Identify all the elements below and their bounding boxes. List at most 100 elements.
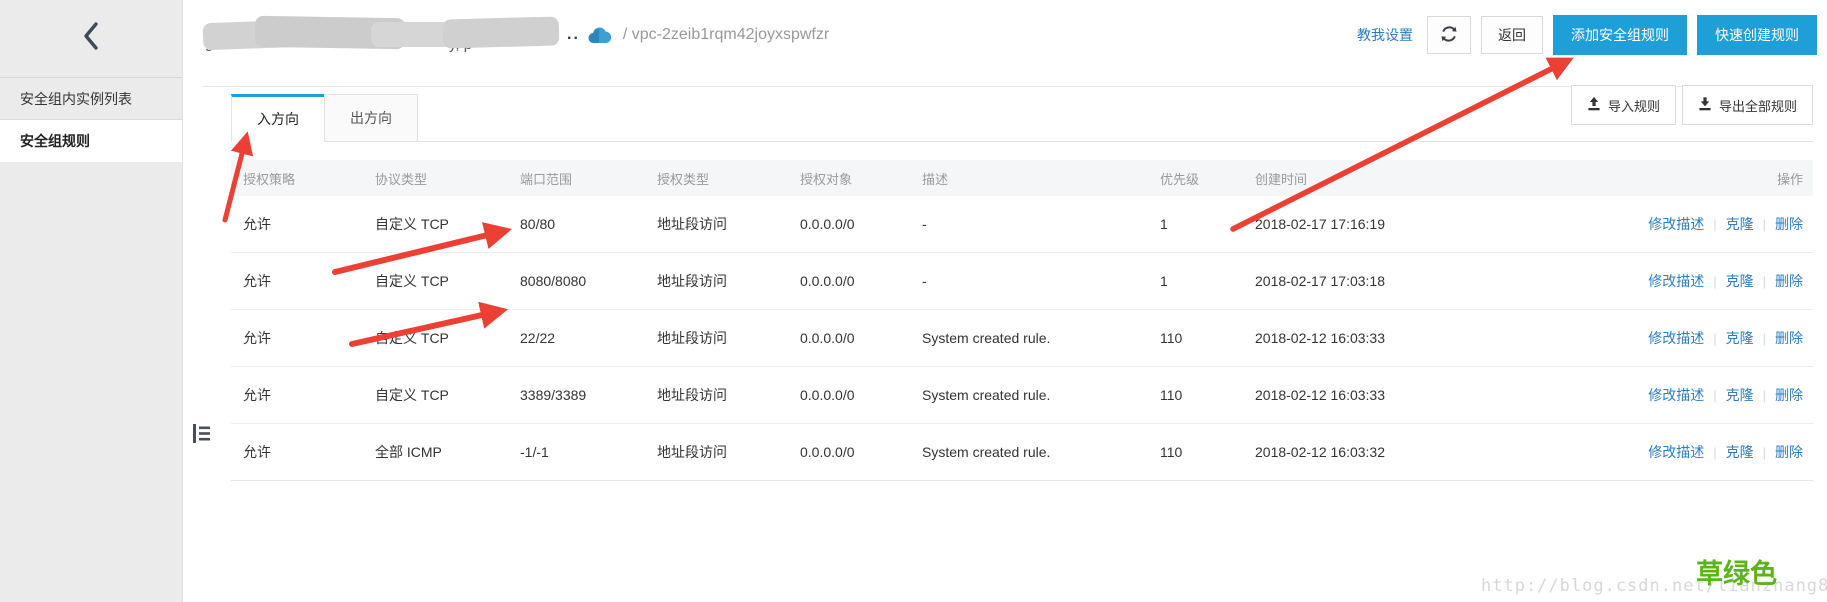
sidebar-back-button[interactable]	[0, 0, 182, 78]
export-all-rules-button[interactable]: 导出全部规则	[1681, 85, 1813, 125]
cell-protocol: 自定义 TCP	[375, 216, 449, 232]
back-button[interactable]: 返回	[1481, 16, 1543, 54]
col-header-description: 描述	[922, 171, 949, 187]
cell-description: System created rule.	[922, 444, 1051, 460]
sidebar-item-label: 安全组规则	[20, 133, 90, 149]
breadcrumb: / vpc-2zeib1rqm42joyxspwfzr	[622, 26, 830, 43]
sidebar-collapse-handle[interactable]	[190, 424, 212, 448]
cell-priority: 1	[1160, 216, 1168, 232]
cell-priority: 110	[1160, 387, 1183, 403]
delete-link[interactable]: 删除	[1775, 330, 1803, 346]
tab-outbound[interactable]: 出方向	[324, 94, 418, 142]
cell-description: System created rule.	[922, 387, 1051, 403]
refresh-icon	[1440, 25, 1458, 46]
cell-created: 2018-02-12 16:03:33	[1255, 330, 1385, 346]
cell-policy: 允许	[243, 330, 271, 346]
cell-port-range: 8080/8080	[520, 273, 587, 289]
cell-protocol: 自定义 TCP	[375, 330, 449, 346]
cell-actions: 修改描述 | 克隆 | 删除	[1648, 444, 1803, 460]
cell-auth-object: 0.0.0.0/0	[800, 273, 855, 289]
cell-port-range: 22/22	[520, 330, 556, 346]
cell-protocol: 自定义 TCP	[375, 387, 449, 403]
cell-description: -	[922, 216, 927, 232]
delete-link[interactable]: 删除	[1775, 387, 1803, 403]
modify-description-link[interactable]: 修改描述	[1648, 444, 1704, 460]
cell-port-range: -1/-1	[520, 444, 549, 460]
col-header-protocol: 协议类型	[375, 171, 428, 187]
cell-created: 2018-02-12 16:03:32	[1255, 444, 1385, 460]
watermark-label: 草绿色	[1696, 559, 1777, 589]
clone-link[interactable]: 克隆	[1726, 387, 1754, 403]
modify-description-link[interactable]: 修改描述	[1648, 273, 1704, 289]
upload-icon	[1587, 96, 1601, 114]
cell-created: 2018-02-12 16:03:33	[1255, 387, 1385, 403]
cell-created: 2018-02-17 17:03:18	[1255, 273, 1385, 289]
cell-auth-type: 地址段访问	[657, 216, 727, 232]
cell-auth-object: 0.0.0.0/0	[800, 387, 855, 403]
quick-create-rule-button[interactable]: 快速创建规则	[1697, 15, 1817, 55]
cell-actions: 修改描述 | 克隆 | 删除	[1648, 216, 1803, 232]
table-header-row: 授权策略 协议类型 端口范围 授权类型 授权对象 描述 优先级 创建时间 操作	[231, 160, 1813, 196]
clone-link[interactable]: 克隆	[1726, 330, 1754, 346]
cell-port-range: 3389/3389	[520, 387, 587, 403]
cell-priority: 1	[1160, 273, 1168, 289]
cell-auth-object: 0.0.0.0/0	[800, 216, 855, 232]
modify-description-link[interactable]: 修改描述	[1648, 387, 1704, 403]
delete-link[interactable]: 删除	[1775, 273, 1803, 289]
col-header-actions: 操作	[1776, 171, 1803, 187]
download-icon	[1698, 96, 1712, 114]
clone-link[interactable]: 克隆	[1726, 444, 1754, 460]
cell-auth-object: 0.0.0.0/0	[800, 330, 855, 346]
cell-actions: 修改描述 | 克隆 | 删除	[1648, 330, 1803, 346]
cloud-icon	[588, 26, 611, 44]
tab-inbound[interactable]: 入方向	[231, 94, 325, 142]
cell-policy: 允许	[243, 387, 271, 403]
table-row: 允许 自定义 TCP 8080/8080 地址段访问 0.0.0.0/0 - 1…	[231, 253, 1813, 310]
col-header-created: 创建时间	[1255, 171, 1308, 187]
col-header-auth-object: 授权对象	[800, 171, 853, 187]
modify-description-link[interactable]: 修改描述	[1648, 330, 1704, 346]
table-row: 允许 自定义 TCP 22/22 地址段访问 0.0.0.0/0 System …	[231, 310, 1813, 367]
col-header-policy: 授权策略	[243, 171, 296, 187]
direction-tabs: 入方向 出方向	[231, 94, 418, 142]
page-title: ɡ y, p .. / vpc-2zeib1rqm42joyxspwfzr	[202, 15, 830, 55]
security-group-rules-table: 授权策略 协议类型 端口范围 授权类型 授权对象 描述 优先级 创建时间 操作 …	[231, 160, 1813, 481]
delete-link[interactable]: 删除	[1775, 444, 1803, 460]
cell-policy: 允许	[243, 444, 271, 460]
cell-created: 2018-02-17 17:16:19	[1255, 216, 1385, 232]
delete-link[interactable]: 删除	[1775, 216, 1803, 232]
cell-description: -	[922, 273, 927, 289]
cell-policy: 允许	[243, 273, 271, 289]
header-actions: 教我设置 返回 添加安全组规则 快速创建规则	[1357, 15, 1817, 55]
title-ellipsis: ..	[567, 26, 580, 43]
cell-auth-type: 地址段访问	[657, 387, 727, 403]
import-rules-button[interactable]: 导入规则	[1570, 85, 1676, 125]
cell-auth-object: 0.0.0.0/0	[800, 444, 855, 460]
refresh-button[interactable]	[1427, 16, 1471, 54]
col-header-priority: 优先级	[1160, 171, 1200, 187]
clone-link[interactable]: 克隆	[1726, 273, 1754, 289]
rule-io-buttons: 导入规则 导出全部规则	[1570, 85, 1813, 125]
help-setup-link[interactable]: 教我设置	[1357, 25, 1413, 45]
cell-auth-type: 地址段访问	[657, 444, 727, 460]
cell-auth-type: 地址段访问	[657, 330, 727, 346]
table-row: 允许 自定义 TCP 80/80 地址段访问 0.0.0.0/0 - 1 201…	[231, 196, 1813, 253]
table-row: 允许 全部 ICMP -1/-1 地址段访问 0.0.0.0/0 System …	[231, 424, 1813, 481]
collapse-panel-icon	[192, 424, 210, 448]
redacted-title-scribble: ɡ y, p	[202, 15, 560, 55]
cell-protocol: 全部 ICMP	[375, 444, 442, 460]
col-header-port-range: 端口范围	[520, 171, 573, 187]
sidebar-item-security-group-rules[interactable]: 安全组规则	[0, 120, 182, 162]
table-row: 允许 自定义 TCP 3389/3389 地址段访问 0.0.0.0/0 Sys…	[231, 367, 1813, 424]
cell-policy: 允许	[243, 216, 271, 232]
sidebar-item-instance-list[interactable]: 安全组内实例列表	[0, 78, 182, 120]
modify-description-link[interactable]: 修改描述	[1648, 216, 1704, 232]
cell-actions: 修改描述 | 克隆 | 删除	[1648, 273, 1803, 289]
page-header: ɡ y, p .. / vpc-2zeib1rqm42joyxspwfzr 教我…	[202, 0, 1817, 70]
add-security-group-rule-button[interactable]: 添加安全组规则	[1553, 15, 1687, 55]
cell-description: System created rule.	[922, 330, 1051, 346]
clone-link[interactable]: 克隆	[1726, 216, 1754, 232]
cell-priority: 110	[1160, 444, 1183, 460]
sidebar-item-label: 安全组内实例列表	[20, 90, 132, 107]
cell-priority: 110	[1160, 330, 1183, 346]
